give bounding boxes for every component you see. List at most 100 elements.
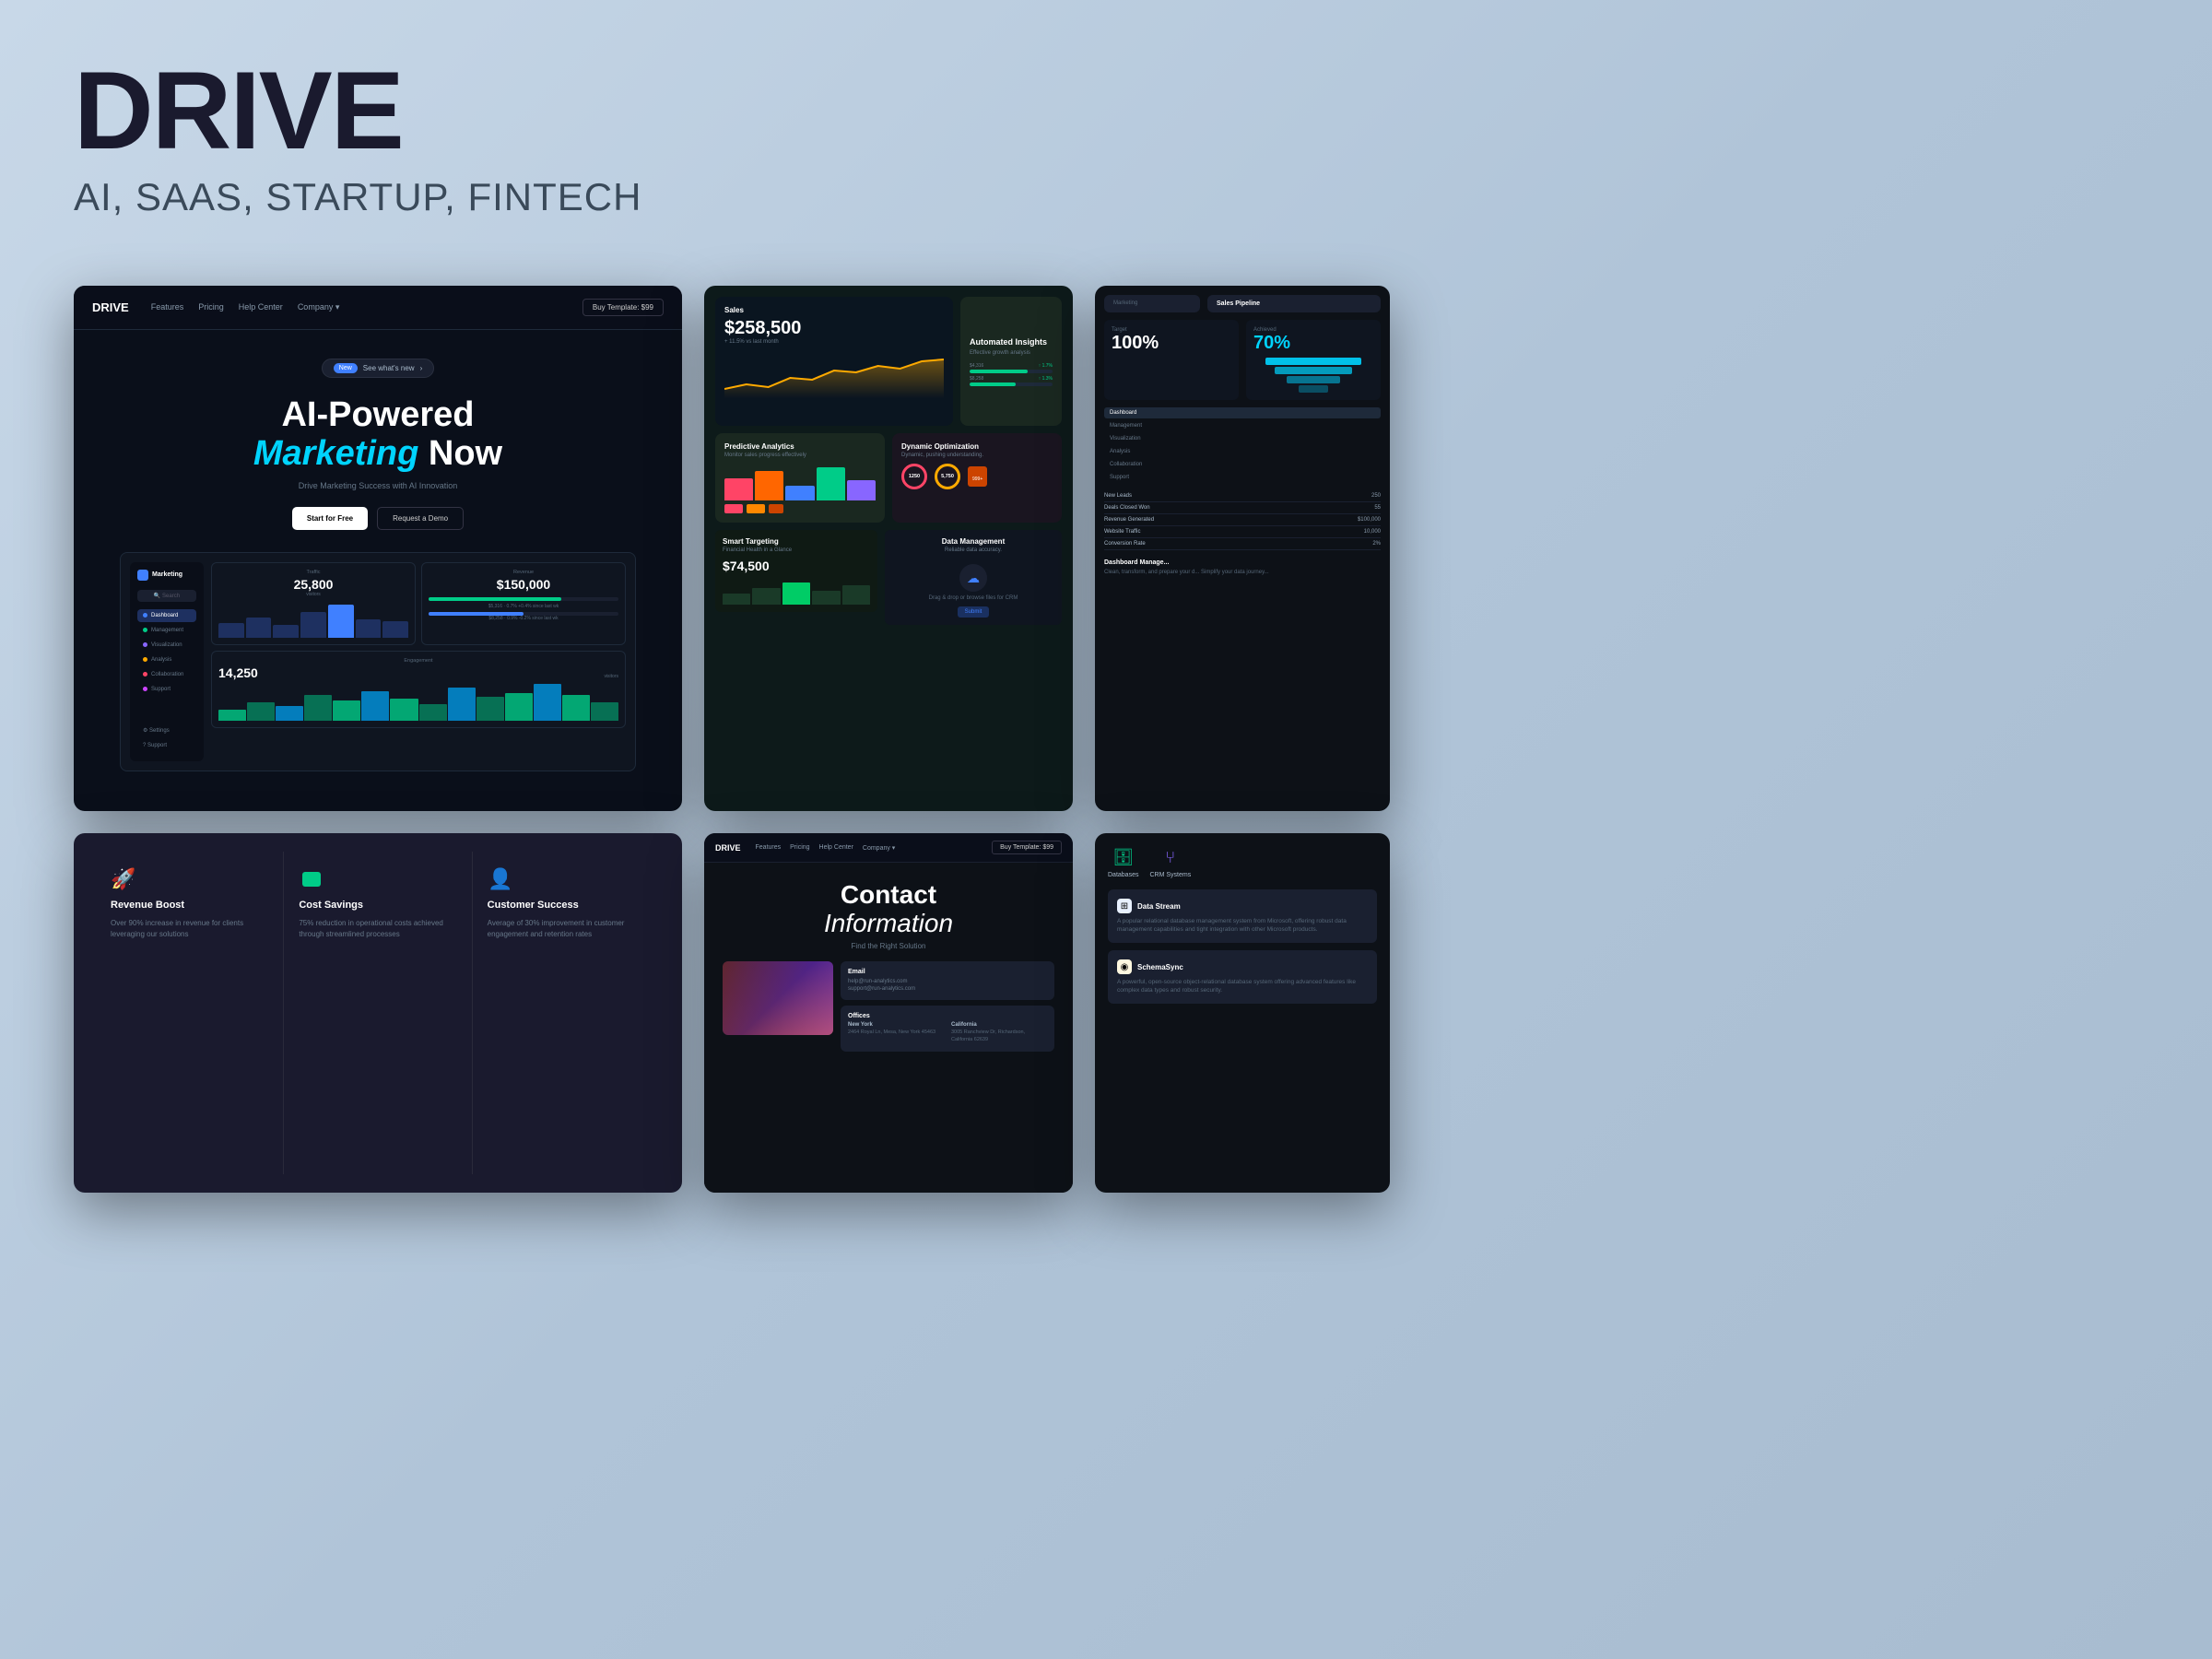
pred-b5 (847, 480, 876, 500)
upload-title: Data Management (942, 537, 1005, 546)
dash-stats-row: Traffic 25,800 visitors (211, 562, 626, 645)
sales-chart: Sales $258,500 + 11.5% vs last month (715, 297, 953, 426)
line-chart (724, 352, 944, 398)
submit-button[interactable]: Submit (958, 606, 990, 618)
contact-logo: DRIVE (715, 843, 741, 853)
pipeline-nav-dashboard[interactable]: Dashboard (1104, 407, 1381, 418)
sidebar-item-settings[interactable]: ⚙ Settings (137, 724, 196, 737)
upload-sub-text: Drag & drop or browse files for CRM (929, 595, 1018, 601)
row-5-label: Conversion Rate (1104, 541, 1146, 547)
pct-left-value: 100% (1112, 333, 1231, 354)
datastream-symbol: ⊞ (1121, 901, 1128, 912)
schemasync-symbol: ◉ (1121, 962, 1129, 972)
pipeline-bottom-label: Dashboard Manage... (1104, 559, 1381, 566)
sales-pipeline-label: Sales Pipeline (1217, 300, 1371, 307)
datastream-icon: ⊞ (1117, 899, 1132, 913)
schemasync-name: SchemaSync (1137, 963, 1183, 971)
sidebar-item-dashboard[interactable]: Dashboard (137, 609, 196, 622)
databases-card: 🗄 Databases ⑂ CRM Systems ⊞ Data (1095, 833, 1390, 1193)
wallet-icon (299, 866, 324, 892)
hero-logo: DRIVE (92, 300, 129, 314)
pipeline-nav-management[interactable]: Management (1104, 420, 1381, 431)
contact-inner: DRIVE Features Pricing Help Center Compa… (704, 833, 1073, 1193)
sales-pipeline-section: Sales Pipeline (1207, 295, 1381, 312)
hero-heading-italic: Marketing (253, 434, 429, 473)
feature-2-desc: 75% reduction in operational costs achie… (299, 918, 456, 940)
sidebar-item-analysis[interactable]: Analysis (137, 653, 196, 666)
eng-b7 (390, 699, 418, 721)
pipeline-nav-collaboration[interactable]: Collaboration (1104, 459, 1381, 470)
analytics-bottom-left: Smart Targeting Financial Health in a Gl… (715, 530, 877, 625)
predictive-chart (724, 464, 876, 500)
sidebar-item-collaboration[interactable]: Collaboration (137, 668, 196, 681)
smart-targeting-value: $74,500 (723, 559, 870, 573)
pred-b3 (785, 486, 814, 500)
row-2-label: Deals Closed Won (1104, 505, 1150, 511)
feature-3-title: Customer Success (488, 900, 645, 911)
traffic-widget: Traffic 25,800 visitors (211, 562, 416, 645)
nav-help: Help Center (239, 302, 283, 312)
datastream-header: ⊞ Data Stream (1117, 899, 1368, 913)
bar-3 (273, 625, 299, 638)
engagement-widget: Engagement 14,250 visitors (211, 651, 626, 728)
bar1-label: $4,316 (970, 363, 983, 369)
table-row-3: Revenue Generated $100,000 (1104, 514, 1381, 526)
row-5-value: 2% (1372, 541, 1381, 547)
eng-b13 (562, 695, 590, 721)
traffic-value: 25,800 (218, 577, 408, 592)
gauge-2: 5,750 (935, 464, 960, 489)
contact-buy-btn[interactable]: Buy Template: $99 (992, 841, 1062, 854)
databases-icon: 🗄 (1112, 846, 1135, 868)
pipeline-header-row: Marketing Sales Pipeline (1104, 295, 1381, 312)
sidebar-item-support2[interactable]: ? Support (137, 739, 196, 752)
analytics-card: Sales $258,500 + 11.5% vs last month (704, 286, 1073, 811)
nav-pricing: Pricing (198, 302, 224, 312)
request-demo-button[interactable]: Request a Demo (377, 507, 464, 530)
page-title: DRIVE (74, 55, 2138, 166)
sidebar-item-visualization[interactable]: Visualization (137, 639, 196, 652)
row-4-label: Website Traffic (1104, 529, 1140, 535)
contact-nav: DRIVE Features Pricing Help Center Compa… (704, 833, 1073, 863)
feature-revenue-boost: 🚀 Revenue Boost Over 90% increase in rev… (96, 852, 284, 1174)
hero-subtext: Drive Marketing Success with AI Innovati… (111, 481, 645, 490)
upload-icon: ☁ (959, 564, 987, 592)
funnel-stage-2 (1275, 367, 1353, 374)
crm-icon: ⑂ (1159, 846, 1182, 868)
pipeline-nav-visualization[interactable]: Visualization (1104, 433, 1381, 444)
databases-label: Databases (1108, 872, 1138, 878)
eng-b8 (419, 704, 447, 721)
pipeline-inner: Marketing Sales Pipeline Target 100% Ach… (1095, 286, 1390, 811)
start-free-button[interactable]: Start for Free (292, 507, 368, 530)
hero-buy-btn[interactable]: Buy Template: $99 (582, 299, 664, 316)
dash-logo: Marketing (137, 570, 196, 581)
eng-b12 (534, 684, 561, 721)
viz-dot (143, 642, 147, 647)
traffic-bars (218, 601, 408, 638)
contact-bottom: Email help@run-analytics.com support@run… (723, 961, 1054, 1052)
smart-targeting-sub: Financial Health in a Glance (723, 547, 870, 553)
contact-heading-text: Contact (841, 880, 936, 909)
revenue-widget: Revenue $150,000 $5,316 · 0.7% +0.4% sin… (421, 562, 626, 645)
page-subtitle: AI, SAAS, STARTUP, FINTECH (74, 175, 2138, 219)
eng-b9 (448, 688, 476, 721)
gauge-2-label: 5,750 (941, 474, 954, 479)
pct-left-box: Target 100% (1104, 320, 1239, 400)
office-ca-address: 3005 Ranchview Dr, Richardson, Californi… (951, 1030, 1047, 1043)
predictive-analytics: Predictive Analytics Monitor sales progr… (715, 433, 885, 523)
pipeline-nav-analysis[interactable]: Analysis (1104, 446, 1381, 457)
feature-2-title: Cost Savings (299, 900, 456, 911)
sidebar-item-support[interactable]: Support (137, 683, 196, 696)
pipeline-nav-support[interactable]: Support (1104, 472, 1381, 483)
hero-heading-line1: AI-Powered (281, 395, 474, 434)
nav-company: Company ▾ (298, 302, 340, 312)
dashboard-preview: Marketing 🔍 Search Dashboard Management … (120, 552, 636, 771)
bar-1 (218, 623, 244, 638)
bar2-fill (970, 382, 1016, 386)
office-ny: New York 2464 Royal Ln, Mesa, New York 4… (848, 1022, 944, 1043)
email-value-2: support@run-analytics.com (848, 985, 1047, 993)
screenshots-grid: DRIVE Features Pricing Help Center Compa… (0, 267, 2212, 1211)
bar2-trend: ↑ 1.3% (1039, 376, 1053, 382)
sidebar-item-management[interactable]: Management (137, 624, 196, 637)
smart-targeting: Smart Targeting Financial Health in a Gl… (715, 530, 877, 612)
gauge-3: 999+ (968, 466, 987, 487)
